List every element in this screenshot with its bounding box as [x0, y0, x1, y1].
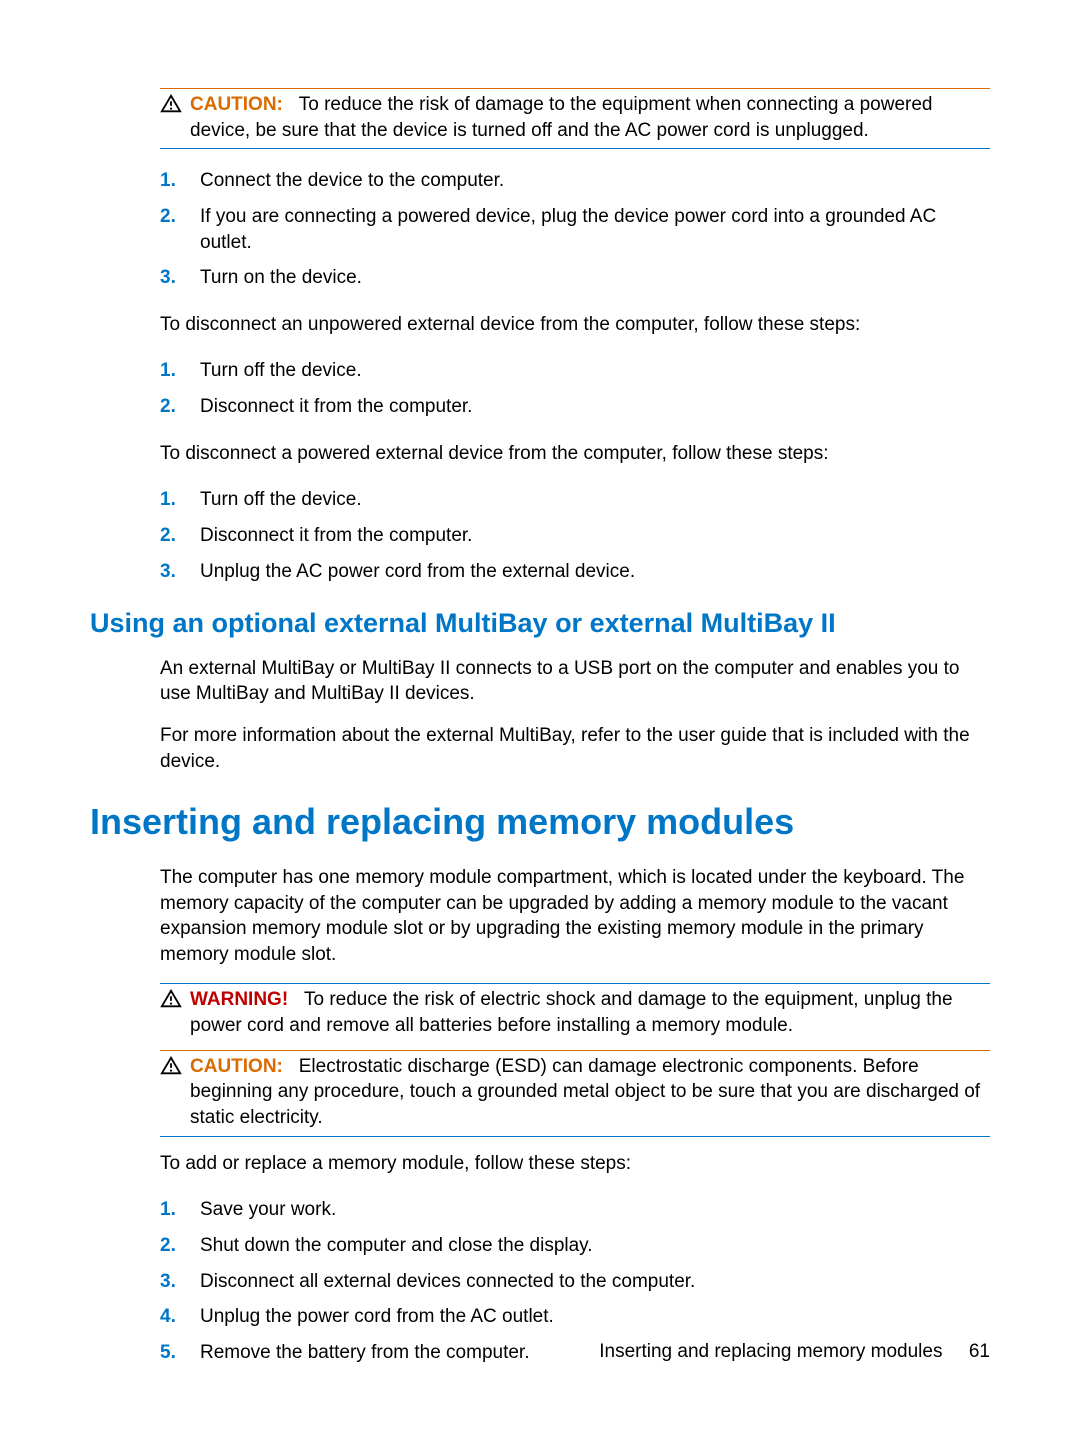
warning-text: To reduce the risk of electric shock and…: [190, 989, 953, 1036]
list-item-text: Unplug the power cord from the AC outlet…: [200, 1304, 554, 1330]
ordered-list: 1. Turn off the device. 2. Disconnect it fr…: [160, 482, 990, 589]
list-item-number: 2.: [160, 204, 178, 255]
list-item: 3. Turn on the device.: [160, 260, 990, 296]
warning-label: WARNING!: [190, 989, 288, 1010]
list-item-number: 3.: [160, 265, 178, 291]
body-paragraph: An external MultiBay or MultiBay II conn…: [160, 656, 990, 707]
list-item: 2. Disconnect it from the computer.: [160, 389, 990, 425]
caution-text: To reduce the risk of damage to the equi…: [190, 94, 932, 141]
list-item-number: 3.: [160, 559, 178, 585]
caution-label: CAUTION:: [190, 1056, 283, 1077]
list-item-text: Turn off the device.: [200, 358, 362, 384]
list-item-number: 1.: [160, 487, 178, 513]
list-item-text: Disconnect all external devices connecte…: [200, 1269, 695, 1295]
list-item: 1. Save your work.: [160, 1192, 990, 1228]
list-item: 2. Shut down the computer and close the d…: [160, 1228, 990, 1264]
page-footer: Inserting and replacing memory modules 6…: [599, 1339, 990, 1365]
list-item-text: Disconnect it from the computer.: [200, 523, 472, 549]
list-item: 2. Disconnect it from the computer.: [160, 518, 990, 554]
list-item: 1. Connect the device to the computer.: [160, 163, 990, 199]
body-paragraph: To disconnect a powered external device …: [160, 441, 990, 467]
body-paragraph: To disconnect an unpowered external devi…: [160, 312, 990, 338]
footer-page-number: 61: [969, 1341, 990, 1362]
list-item-number: 1.: [160, 168, 178, 194]
footer-section: Inserting and replacing memory modules: [599, 1341, 942, 1362]
warning-box: WARNING! To reduce the risk of electric …: [160, 983, 990, 1043]
list-item-text: Connect the device to the computer.: [200, 168, 504, 194]
list-item-number: 2.: [160, 1233, 178, 1259]
list-item-number: 2.: [160, 523, 178, 549]
list-item: 2. If you are connecting a powered device…: [160, 199, 990, 260]
body-paragraph: For more information about the external …: [160, 723, 990, 774]
body-paragraph: The computer has one memory module compa…: [160, 865, 990, 968]
caution-content: CAUTION: Electrostatic discharge (ESD) c…: [190, 1054, 990, 1131]
list-item-number: 4.: [160, 1304, 178, 1330]
caution-text: Electrostatic discharge (ESD) can damage…: [190, 1056, 980, 1128]
list-item-number: 5.: [160, 1340, 178, 1366]
caution-box: CAUTION: To reduce the risk of damage to…: [160, 88, 990, 149]
caution-content: CAUTION: To reduce the risk of damage to…: [190, 92, 990, 143]
list-item-number: 1.: [160, 358, 178, 384]
caution-icon: [160, 93, 182, 123]
list-item-text: Remove the battery from the computer.: [200, 1340, 530, 1366]
ordered-list: 1. Connect the device to the computer. 2. I…: [160, 163, 990, 296]
list-item-text: Turn off the device.: [200, 487, 362, 513]
body-paragraph: To add or replace a memory module, follo…: [160, 1151, 990, 1177]
list-item-number: 1.: [160, 1197, 178, 1223]
warning-content: WARNING! To reduce the risk of electric …: [190, 987, 990, 1038]
heading-1: Inserting and replacing memory modules: [90, 798, 990, 847]
list-item-text: If you are connecting a powered device, …: [200, 204, 990, 255]
list-item-text: Shut down the computer and close the dis…: [200, 1233, 593, 1259]
caution-label: CAUTION:: [190, 94, 283, 115]
document-page: CAUTION: To reduce the risk of damage to…: [0, 0, 1080, 1437]
list-item: 1. Turn off the device.: [160, 353, 990, 389]
list-item: 3. Unplug the AC power cord from the exte…: [160, 554, 990, 590]
ordered-list: 1. Turn off the device. 2. Disconnect it fr…: [160, 353, 990, 424]
list-item: 1. Turn off the device.: [160, 482, 990, 518]
caution-icon: [160, 1055, 182, 1085]
list-item-text: Save your work.: [200, 1197, 336, 1223]
caution-box: CAUTION: Electrostatic discharge (ESD) c…: [160, 1050, 990, 1137]
list-item: 4. Unplug the power cord from the AC outl…: [160, 1299, 990, 1335]
heading-2: Using an optional external MultiBay or e…: [90, 605, 990, 641]
list-item-text: Unplug the AC power cord from the extern…: [200, 559, 635, 585]
list-item-number: 2.: [160, 394, 178, 420]
list-item-text: Turn on the device.: [200, 265, 362, 291]
list-item: 3. Disconnect all external devices connec…: [160, 1264, 990, 1300]
list-item-number: 3.: [160, 1269, 178, 1295]
warning-icon: [160, 988, 182, 1018]
list-item-text: Disconnect it from the computer.: [200, 394, 472, 420]
